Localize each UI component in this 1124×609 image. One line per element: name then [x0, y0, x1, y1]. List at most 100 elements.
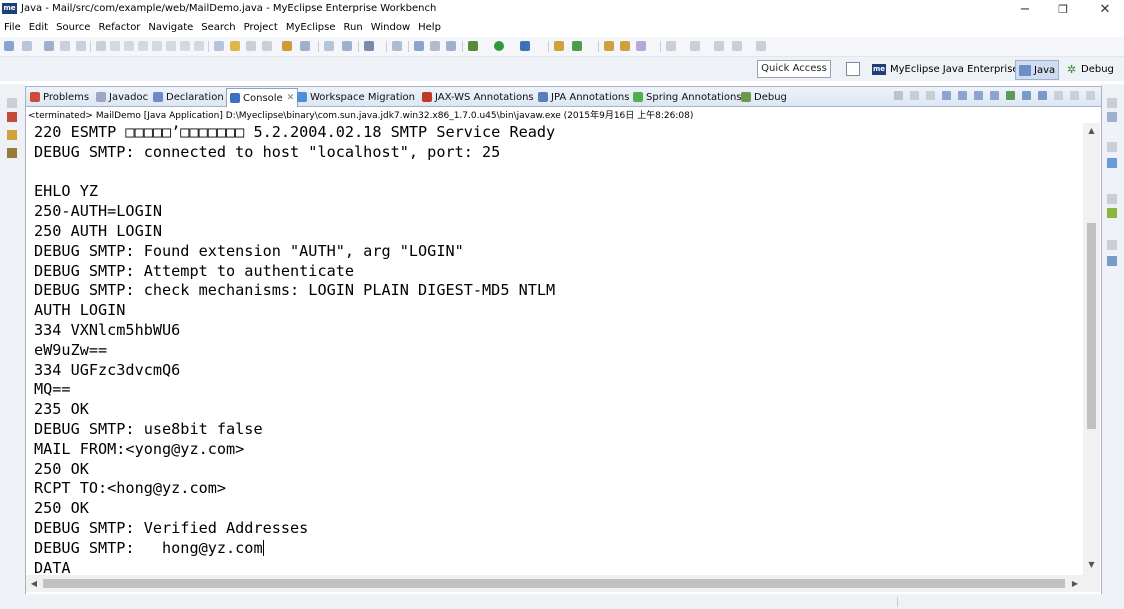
tab-workspace-migration[interactable]: Workspace Migration	[297, 89, 415, 105]
package-icon[interactable]	[414, 41, 424, 51]
pin-console-icon[interactable]	[1006, 91, 1015, 100]
tab-jax-ws-annotations[interactable]: JAX-WS Annotations	[422, 89, 534, 105]
junit-icon[interactable]	[7, 148, 17, 158]
coverage-icon[interactable]	[520, 41, 530, 51]
open-perspective-icon[interactable]	[846, 62, 860, 76]
display-console-icon[interactable]	[1022, 91, 1031, 100]
resume-icon[interactable]	[110, 41, 120, 51]
grid-icon[interactable]	[364, 41, 374, 51]
snippets-icon[interactable]	[1107, 208, 1117, 218]
last-edit-icon[interactable]	[714, 41, 724, 51]
save-all-icon[interactable]	[60, 41, 70, 51]
console-output[interactable]: 220 ESMTP □□□□□’□□□□□□□ 5.2.2004.02.18 S…	[26, 123, 1083, 573]
outline-icon[interactable]	[1107, 112, 1117, 122]
terminate-icon[interactable]	[894, 91, 903, 100]
deploy-icon[interactable]	[230, 41, 240, 51]
restore-icon[interactable]	[1107, 98, 1117, 108]
open-folder-icon[interactable]	[604, 41, 614, 51]
step-into-icon[interactable]	[166, 41, 176, 51]
package-explorer-icon[interactable]	[7, 112, 17, 122]
new-java-class-icon[interactable]	[572, 41, 582, 51]
properties-icon[interactable]	[1107, 256, 1117, 266]
menu-help[interactable]: Help	[414, 21, 445, 37]
disconnect-icon[interactable]	[152, 41, 162, 51]
open-console-icon[interactable]	[1038, 91, 1047, 100]
tab-spring-annotations[interactable]: Spring Annotations	[633, 89, 742, 105]
run-icon[interactable]	[494, 41, 504, 51]
menu-project[interactable]: Project	[240, 21, 282, 37]
skip-breakpoints-icon[interactable]	[96, 41, 106, 51]
restore-icon[interactable]	[1107, 240, 1117, 250]
view-menu-icon[interactable]	[1054, 91, 1063, 100]
step-return-icon[interactable]	[194, 41, 204, 51]
wand-icon[interactable]	[430, 41, 440, 51]
step-over-icon[interactable]	[180, 41, 190, 51]
remove-launch-icon[interactable]	[910, 91, 919, 100]
menu-run[interactable]: Run	[340, 21, 367, 37]
menu-window[interactable]: Window	[367, 21, 414, 37]
next-annotation-icon[interactable]	[666, 41, 676, 51]
restore-icon[interactable]	[1107, 194, 1117, 204]
search-tool-icon[interactable]	[324, 41, 334, 51]
close-icon[interactable]: ✕	[287, 93, 295, 103]
horizontal-scrollbar[interactable]: ◀ ▶	[26, 575, 1083, 592]
perspective-java[interactable]: Java	[1015, 60, 1060, 80]
menu-file[interactable]: File	[0, 21, 25, 37]
maximize-icon[interactable]	[1086, 91, 1095, 100]
tab-console[interactable]: Console ✕	[226, 88, 299, 107]
new-icon[interactable]	[4, 41, 14, 51]
previous-annotation-icon[interactable]	[690, 41, 700, 51]
scroll-up-icon[interactable]: ▲	[1083, 123, 1100, 139]
restore-icon[interactable]	[7, 98, 17, 108]
scroll-right-icon[interactable]: ▶	[1067, 575, 1083, 592]
open-file-icon[interactable]	[446, 41, 456, 51]
server-start-icon[interactable]	[262, 41, 272, 51]
scroll-lock-icon[interactable]	[958, 91, 967, 100]
back-icon[interactable]	[732, 41, 742, 51]
use-step-filters-icon[interactable]	[214, 41, 224, 51]
perspective-myeclipse[interactable]: me MyEclipse Java Enterprise	[869, 60, 1022, 78]
quick-access-input[interactable]: Quick Access	[757, 60, 831, 78]
tab-declaration[interactable]: Declaration	[153, 89, 224, 105]
save-icon[interactable]	[44, 41, 54, 51]
terminate-icon[interactable]	[138, 41, 148, 51]
open-project-icon[interactable]	[620, 41, 630, 51]
new-class-icon[interactable]	[300, 41, 310, 51]
show-on-error-icon[interactable]	[990, 91, 999, 100]
horizontal-scroll-thumb[interactable]	[43, 579, 1065, 588]
minimize-button[interactable]: −	[1008, 0, 1042, 21]
tab-debug[interactable]: Debug	[741, 89, 787, 105]
scroll-down-icon[interactable]: ▼	[1083, 557, 1100, 573]
tab-problems[interactable]: Problems	[30, 89, 89, 105]
server-icon[interactable]	[246, 41, 256, 51]
menu-search[interactable]: Search	[197, 21, 239, 37]
debug-run-icon[interactable]	[468, 41, 478, 51]
menu-refactor[interactable]: Refactor	[94, 21, 144, 37]
maximize-button[interactable]: ❐	[1046, 0, 1080, 21]
print-icon[interactable]	[76, 41, 86, 51]
menu-source[interactable]: Source	[52, 21, 94, 37]
menu-navigate[interactable]: Navigate	[144, 21, 197, 37]
tab-javadoc[interactable]: Javadoc	[96, 89, 148, 105]
new-file-icon[interactable]	[22, 41, 32, 51]
external-tools-icon[interactable]	[554, 41, 564, 51]
minimize-icon[interactable]	[1070, 91, 1079, 100]
task-list-icon[interactable]	[1107, 158, 1117, 168]
new-web-project-icon[interactable]	[282, 41, 292, 51]
restore-icon[interactable]	[1107, 142, 1117, 152]
table-icon[interactable]	[392, 41, 402, 51]
close-button[interactable]: ✕	[1088, 0, 1122, 21]
show-on-output-icon[interactable]	[974, 91, 983, 100]
tab-jpa-annotations[interactable]: JPA Annotations	[538, 89, 629, 105]
open-type-icon[interactable]	[342, 41, 352, 51]
menu-myeclipse[interactable]: MyEclipse	[282, 21, 340, 37]
menu-edit[interactable]: Edit	[25, 21, 52, 37]
suspend-icon[interactable]	[124, 41, 134, 51]
vertical-scroll-thumb[interactable]	[1087, 223, 1096, 429]
scroll-left-icon[interactable]: ◀	[26, 575, 42, 592]
clear-console-icon[interactable]	[942, 91, 951, 100]
remove-all-icon[interactable]	[926, 91, 935, 100]
vertical-scrollbar[interactable]: ▲ ▼	[1083, 123, 1100, 575]
perspective-debug[interactable]: ✲ Debug	[1064, 60, 1117, 78]
annotation-icon[interactable]	[636, 41, 646, 51]
